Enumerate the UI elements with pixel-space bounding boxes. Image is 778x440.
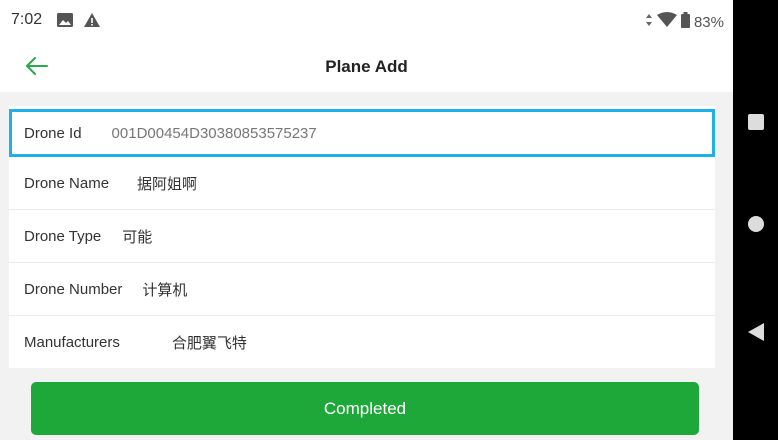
drone-id-label: Drone Id bbox=[24, 124, 82, 142]
plane-form: Drone Id 001D00454D30380853575237 Drone … bbox=[9, 106, 715, 368]
manufacturers-value[interactable]: 合肥翼飞特 bbox=[172, 332, 247, 353]
status-time: 7:02 bbox=[11, 11, 43, 28]
drone-name-label: Drone Name bbox=[24, 174, 110, 192]
status-notification-icons bbox=[56, 12, 101, 33]
battery-icon bbox=[680, 12, 690, 32]
image-icon bbox=[56, 12, 74, 33]
bottom-action-area: Completed bbox=[0, 372, 733, 440]
drone-type-value[interactable]: 可能 bbox=[122, 226, 152, 247]
home-button[interactable] bbox=[733, 208, 778, 244]
data-arrows-icon bbox=[645, 13, 653, 31]
status-system-icons: 83% bbox=[645, 12, 724, 32]
warning-icon bbox=[83, 12, 101, 33]
completed-button[interactable]: Completed bbox=[31, 382, 699, 435]
manufacturers-field[interactable]: Manufacturers 合肥翼飞特 bbox=[9, 316, 715, 368]
drone-type-field[interactable]: Drone Type 可能 bbox=[9, 210, 715, 263]
app-screen: 7:02 83% Plane Add Drone Id 001D00454D30… bbox=[0, 0, 733, 440]
back-triangle-icon bbox=[747, 322, 764, 346]
drone-name-field[interactable]: Drone Name 据阿姐啊 bbox=[9, 157, 715, 210]
section-divider bbox=[0, 92, 733, 106]
drone-name-value[interactable]: 据阿姐啊 bbox=[137, 173, 197, 194]
drone-number-value[interactable]: 计算机 bbox=[142, 279, 187, 300]
drone-number-field[interactable]: Drone Number 计算机 bbox=[9, 263, 715, 316]
home-circle-icon bbox=[747, 215, 765, 238]
battery-percentage: 83% bbox=[693, 13, 724, 31]
status-bar: 7:02 83% bbox=[0, 0, 733, 44]
page-title: Plane Add bbox=[325, 57, 408, 76]
recents-square-icon bbox=[747, 113, 764, 135]
drone-id-field[interactable]: Drone Id 001D00454D30380853575237 bbox=[9, 109, 715, 157]
drone-id-value[interactable]: 001D00454D30380853575237 bbox=[112, 125, 317, 142]
drone-type-label: Drone Type bbox=[24, 227, 102, 245]
system-back-button[interactable] bbox=[733, 316, 778, 352]
app-header: Plane Add bbox=[0, 44, 733, 92]
manufacturers-label: Manufacturers bbox=[24, 333, 120, 351]
drone-number-label: Drone Number bbox=[24, 280, 123, 298]
recents-button[interactable] bbox=[733, 106, 778, 142]
wifi-icon bbox=[656, 12, 677, 32]
system-navigation-bar bbox=[733, 0, 778, 440]
